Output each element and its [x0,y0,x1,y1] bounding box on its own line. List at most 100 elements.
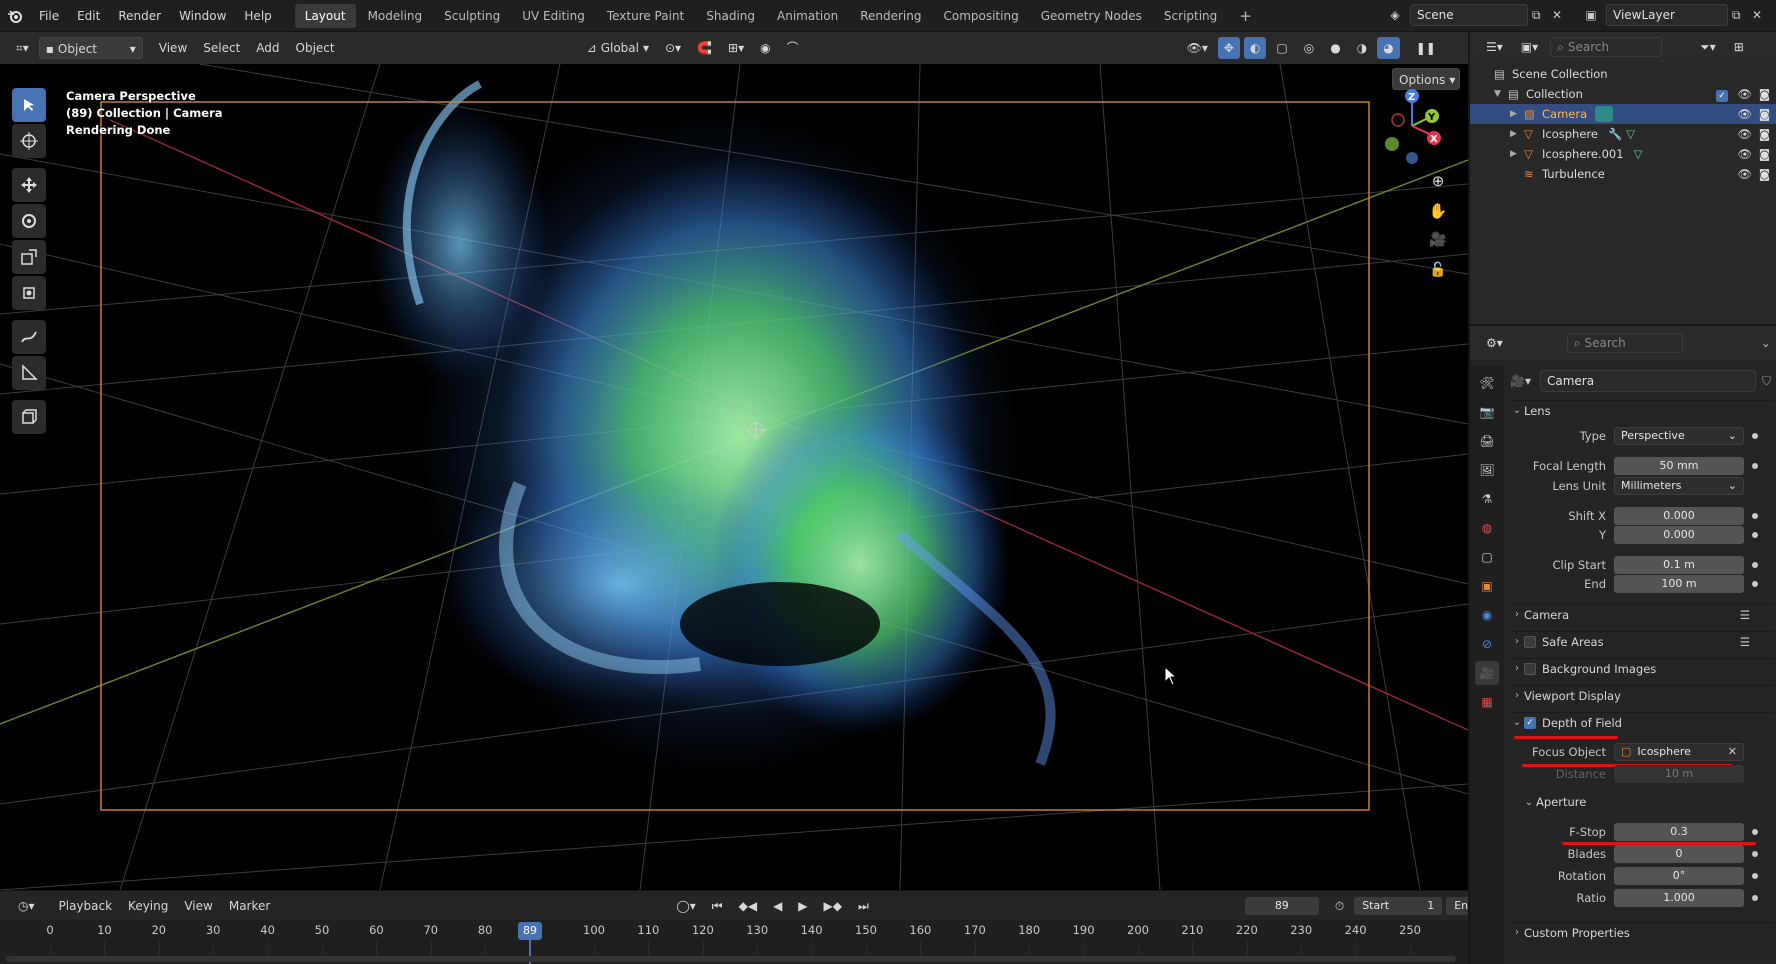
camera-data-icon[interactable]: 🎥▾ [1510,374,1534,388]
focal-length-field[interactable]: 50 mm [1614,457,1744,475]
safe-areas-panel-header[interactable]: › Safe Areas ☰ [1510,631,1774,651]
keyframe-dot[interactable] [1752,532,1758,538]
preset-list-icon[interactable]: ☰ [1740,635,1750,649]
expand-chevron-icon[interactable]: ▶ [1510,129,1524,139]
keyframe-dot[interactable] [1752,873,1758,879]
solid-shading-icon[interactable]: ● [1324,37,1346,59]
outliner-item-camera[interactable]: ▶ ▨ Camera 👁 ◙ [1470,104,1776,124]
keyframe-dot[interactable] [1752,513,1758,519]
navigation-gizmo[interactable]: Z Y X [1372,82,1452,166]
timeline-scrollbar[interactable] [6,956,1456,962]
fstop-field[interactable]: 0.3 [1614,823,1744,841]
outliner-item-turbulence[interactable]: ≋ Turbulence 👁 ◙ [1470,164,1776,184]
timeline-ruler[interactable]: 0 10 20 30 40 50 60 70 80 100 110 120 130 140 150 160 17… [0,920,1468,964]
menu-help[interactable]: Help [235,0,280,32]
next-keyframe-icon[interactable]: ▶◆ [818,895,848,917]
scene-icon[interactable]: ◈ [1384,8,1406,22]
snap-target-icon[interactable]: ⊞▾ [722,37,750,59]
tab-texture-paint[interactable]: Texture Paint [597,4,694,28]
rotation-field[interactable]: 0° [1614,867,1744,885]
new-viewlayer-icon[interactable]: ⧉ [1732,8,1748,23]
rendered-shading-icon[interactable]: ◕ [1377,37,1400,59]
menu-view[interactable]: View [153,37,193,59]
tab-scripting[interactable]: Scripting [1154,4,1227,28]
measure-tool-icon[interactable] [12,356,46,390]
timeline-editor-icon[interactable]: ◷▾ [12,895,41,917]
properties-search-input[interactable]: ⌕ Search [1566,333,1683,353]
keyframe-dot[interactable] [1752,581,1758,587]
viewport-display-panel-header[interactable]: › Viewport Display [1510,685,1774,705]
keyframe-dot[interactable] [1752,829,1758,835]
tab-sculpting[interactable]: Sculpting [434,4,510,28]
menu-window[interactable]: Window [170,0,235,32]
outliner-item-icosphere[interactable]: ▶ ▽ Icosphere 🔧 ▽ 👁 ◙ [1470,124,1776,144]
zoom-icon[interactable]: ⊕ [1426,172,1450,202]
keyframe-dot[interactable] [1752,463,1758,469]
outliner-search-input[interactable]: ⌕ Search [1550,37,1663,57]
tool-tab-icon[interactable]: 🛠 [1475,371,1499,395]
clear-field-icon[interactable]: ✕ [1728,743,1737,761]
safe-areas-checkbox[interactable] [1524,635,1536,648]
scale-tool-icon[interactable] [12,240,46,274]
render-tab-icon[interactable]: 📷 [1475,400,1499,424]
pivot-point-icon[interactable]: ⊙▾ [659,37,687,59]
exclude-checkbox[interactable]: ✓ [1716,87,1734,102]
visibility-eye-icon[interactable]: 👁 [1737,107,1752,121]
select-box-tool-icon[interactable] [12,88,46,122]
transform-tool-icon[interactable] [12,276,46,310]
tab-geometry-nodes[interactable]: Geometry Nodes [1031,4,1152,28]
outliner-editor-icon[interactable]: ☰▾ [1480,36,1509,58]
ratio-field[interactable]: 1.000 [1614,889,1744,907]
cursor-tool-icon[interactable] [12,124,46,158]
visibility-eye-icon[interactable]: 👁 [1737,147,1752,161]
camera-data-name-field[interactable]: Camera [1540,370,1756,392]
play-icon[interactable]: ▶ [792,895,813,917]
annotate-tool-icon[interactable] [12,320,46,354]
prev-keyframe-icon[interactable]: ◆◀ [733,895,763,917]
transform-orientation-dropdown[interactable]: ⊿ Global ▾ [581,37,655,59]
physics-tab-icon[interactable]: ◉ [1475,603,1499,627]
viewlayer-icon[interactable]: ▣ [1580,8,1602,22]
falloff-icon[interactable]: ⌒ [781,37,805,59]
menu-file[interactable]: File [30,0,68,32]
tab-uv-editing[interactable]: UV Editing [512,4,595,28]
properties-editor-icon[interactable]: ⚙▾ [1480,332,1509,354]
view-layer-tab-icon[interactable]: 🖼 [1475,458,1499,482]
tab-modeling[interactable]: Modeling [358,4,433,28]
depth-of-field-checkbox[interactable]: ✓ [1524,716,1536,729]
render-camera-icon[interactable]: ◙ [1759,127,1770,141]
keyframe-dot[interactable] [1752,851,1758,857]
shift-y-field[interactable]: 0.000 [1614,526,1744,544]
menu-render[interactable]: Render [109,0,170,32]
camera-data-tab-icon[interactable]: 🎥 [1475,661,1499,685]
menu-select[interactable]: Select [197,37,246,59]
tab-shading[interactable]: Shading [696,4,765,28]
blades-field[interactable]: 0 [1614,845,1744,863]
3d-viewport[interactable]: Camera Perspective (89) Collection | Cam… [0,64,1468,890]
collection-row[interactable]: ▼ ▤ Collection ✓ 👁 ◙ [1470,84,1776,104]
visibility-eye-icon[interactable]: 👁 [1737,167,1752,181]
lens-unit-dropdown[interactable]: Millimeters ⌄ [1614,477,1744,495]
playhead-indicator[interactable]: 89 [518,922,542,940]
visibility-icon[interactable]: 👁▾ [1181,37,1214,59]
custom-properties-panel-header[interactable]: › Custom Properties [1510,922,1774,942]
fake-user-shield-icon[interactable]: ⛉ [1762,374,1771,389]
render-camera-icon[interactable]: ◙ [1759,107,1770,121]
keyframe-dot[interactable] [1752,562,1758,568]
tab-animation[interactable]: Animation [767,4,848,28]
shift-x-field[interactable]: 0.000 [1614,507,1744,525]
rotate-tool-icon[interactable] [12,204,46,238]
menu-marker[interactable]: Marker [223,895,276,917]
blender-logo-icon[interactable] [0,0,30,32]
collection-tab-icon[interactable]: ▢ [1475,545,1499,569]
menu-keying[interactable]: Keying ▾ [122,895,174,935]
lock-camera-icon[interactable]: 🔓 [1426,262,1450,292]
background-images-checkbox[interactable] [1524,662,1536,675]
overlay-toggle-icon[interactable]: ◐ [1243,37,1267,59]
menu-edit[interactable]: Edit [68,0,109,32]
editor-type-icon[interactable]: ⌗▾ [10,37,35,59]
move-tool-icon[interactable] [12,168,46,202]
remove-scene-icon[interactable]: ✕ [1552,8,1566,22]
camera-data-icon[interactable] [1595,106,1614,122]
lens-type-dropdown[interactable]: Perspective ⌄ [1614,427,1744,445]
